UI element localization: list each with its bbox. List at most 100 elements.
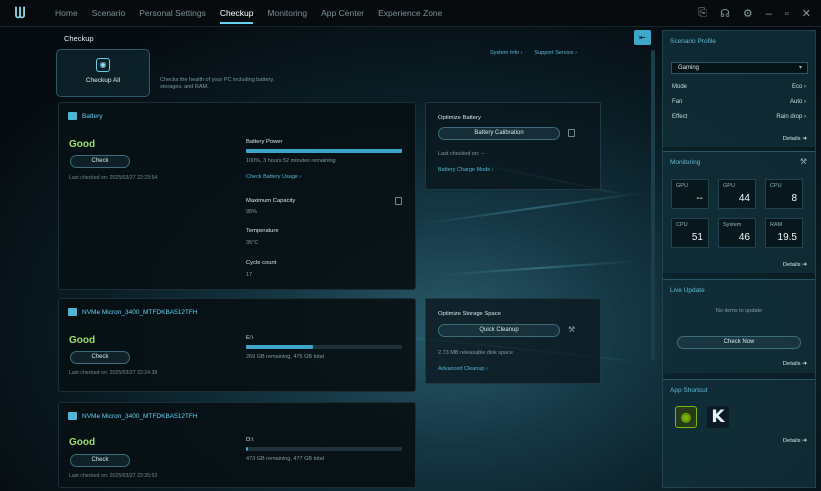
battery-charge-mode-link[interactable]: Battery Charge Mode › (438, 167, 494, 173)
tab-app-center[interactable]: App Center (314, 0, 371, 27)
checkup-all-label: Checkup All (85, 77, 121, 84)
tab-experience-zone[interactable]: Experience Zone (371, 0, 449, 27)
gear-icon[interactable]: ⚙ (743, 7, 753, 20)
mode-value: Eco › (791, 84, 806, 90)
chevron-down-icon: ▾ (798, 65, 802, 71)
battery-usage-link[interactable]: Check Battery Usage › (246, 174, 301, 180)
clipboard-icon[interactable]: ⎘ (698, 7, 707, 20)
arrow-right-icon: ➜ (802, 361, 807, 367)
optimize-battery-last: Last checked on: -- (438, 151, 485, 157)
headset-icon[interactable]: ☊ (720, 7, 730, 20)
storage-1-check-button[interactable]: Check (70, 351, 130, 364)
info-icon[interactable] (395, 197, 402, 205)
releasable-space: 2.73 MB releasable disk space (438, 350, 513, 356)
battery-title: Battery (82, 112, 103, 120)
maximize-icon[interactable]: ▫ (785, 8, 789, 20)
battery-power-fill (246, 149, 402, 153)
wrench-icon[interactable]: ⚒ (800, 157, 807, 166)
storage-2-value: 473 GB remaining, 477 GB total (246, 456, 324, 462)
storage-1-value: 269 GB remaining, 475 GB total (246, 354, 324, 360)
quick-cleanup-button[interactable]: Quick Cleanup (438, 324, 560, 337)
minimize-icon[interactable]: – (766, 8, 772, 20)
battery-calibration-button[interactable]: Battery Calibration (438, 127, 560, 140)
app-shortcut-details-link[interactable]: Details ➜ (783, 438, 807, 444)
storage-2-fill (246, 447, 248, 451)
scan-icon: ◉ (96, 58, 110, 72)
arrow-right-icon: ➜ (802, 438, 807, 444)
metric-value: 8 (791, 193, 797, 204)
storage-1-fill (246, 345, 314, 349)
storage-1-drive: E:\ (246, 335, 254, 341)
tab-home[interactable]: Home (48, 0, 85, 27)
system-info-link[interactable]: System Info › (490, 50, 522, 56)
storage-1-header: NVMe Micron_3400_MTFDKBA512TFH (68, 308, 198, 316)
mode-label: Mode (672, 84, 688, 90)
battery-last-checked: Last checked on: 2025/03/27 22:23:54 (69, 175, 158, 181)
storage-2-bar (246, 447, 402, 451)
live-update-details-link[interactable]: Details ➜ (783, 361, 807, 367)
battery-power-bar (246, 149, 402, 153)
mode-row[interactable]: Mode Eco › (672, 84, 806, 90)
fan-row[interactable]: Fan Auto › (672, 99, 806, 105)
metric-gpu-usage: GPU 44 (718, 179, 756, 209)
advanced-cleanup-link[interactable]: Advanced Cleanup › (438, 366, 488, 372)
top-navigation-bar: ᗯ Home Scenario Personal Settings Checku… (0, 0, 821, 27)
live-update-title: Live Update (670, 287, 705, 294)
effect-label: Effect (672, 114, 688, 120)
metric-value: -- (696, 193, 703, 204)
metric-name: System (723, 222, 742, 228)
storage-2-header: NVMe Micron_3400_MTFDKBA512TFH (68, 412, 198, 420)
storage-card-1: NVMe Micron_3400_MTFDKBA512TFH Good Chec… (58, 298, 416, 392)
killer-app-icon[interactable]: K (707, 406, 729, 428)
tab-monitoring[interactable]: Monitoring (260, 0, 314, 27)
page-title: Checkup (64, 34, 94, 43)
check-now-button[interactable]: Check Now (677, 336, 801, 349)
storage-2-drive: D:\ (246, 437, 254, 443)
capacity-label: Maximum Capacity (246, 198, 296, 204)
tab-scenario[interactable]: Scenario (85, 0, 133, 27)
battery-check-button[interactable]: Check (70, 155, 130, 168)
optimize-storage-title: Optimize Storage Space (438, 311, 501, 317)
collapse-panel-icon[interactable]: ⇤ (634, 30, 651, 45)
checkup-all-button[interactable]: ◉ Checkup All (56, 49, 150, 97)
details-label: Details (782, 361, 801, 367)
scrollbar[interactable] (651, 50, 655, 360)
predator-logo-icon: ᗯ (14, 4, 26, 22)
scenario-profile-section: Scenario Profile Gaming ▾ Mode Eco › Fan Au… (663, 31, 815, 147)
cycle-count-value: 17 (246, 272, 253, 278)
drive-icon (68, 412, 77, 420)
details-label: Details (782, 136, 801, 142)
storage-1-title: NVMe Micron_3400_MTFDKBA512TFH (82, 308, 198, 316)
storage-1-bar (246, 345, 402, 349)
profile-select[interactable]: Gaming ▾ (671, 62, 808, 74)
close-icon[interactable]: ✕ (802, 7, 811, 20)
storage-2-check-button[interactable]: Check (70, 454, 130, 467)
nav-tabs: Home Scenario Personal Settings Checkup … (48, 0, 449, 27)
storage-2-last-checked: Last checked on: 2025/03/27 22:25:53 (69, 473, 158, 479)
metric-gpu-temp: GPU -- (671, 179, 709, 209)
effect-row[interactable]: Effect Rain drop › (672, 114, 806, 120)
monitoring-details-link[interactable]: Details ➜ (783, 262, 807, 268)
live-update-message: No items to update (715, 308, 763, 314)
capacity-value: 95% (246, 209, 258, 215)
optimize-battery-title: Optimize Battery (438, 115, 481, 121)
fan-label: Fan (672, 99, 683, 105)
info-icon[interactable] (568, 129, 575, 137)
metric-cpu-usage: CPU 8 (765, 179, 803, 209)
storage-1-status: Good (69, 335, 96, 346)
battery-icon (68, 112, 77, 120)
tab-checkup[interactable]: Checkup (213, 0, 261, 27)
metric-name: GPU (723, 183, 735, 189)
metric-name: RAM (770, 222, 783, 228)
metric-name: CPU (770, 183, 782, 189)
battery-header: Battery (68, 112, 103, 120)
nvidia-app-icon[interactable]: ◉ (675, 406, 697, 428)
temperature-value: 35°C (246, 240, 259, 246)
tab-personal-settings[interactable]: Personal Settings (132, 0, 213, 27)
support-service-link[interactable]: Support Service › (534, 50, 577, 56)
window-controls: ⎘ ☊ ⚙ – ▫ ✕ (698, 0, 811, 27)
wrench-icon[interactable]: ⚒ (568, 325, 575, 334)
scenario-details-link[interactable]: Details ➜ (783, 136, 807, 142)
top-links: System Info › Support Service › (490, 50, 577, 56)
live-update-section: Live Update No items to update Check Now… (663, 279, 815, 373)
